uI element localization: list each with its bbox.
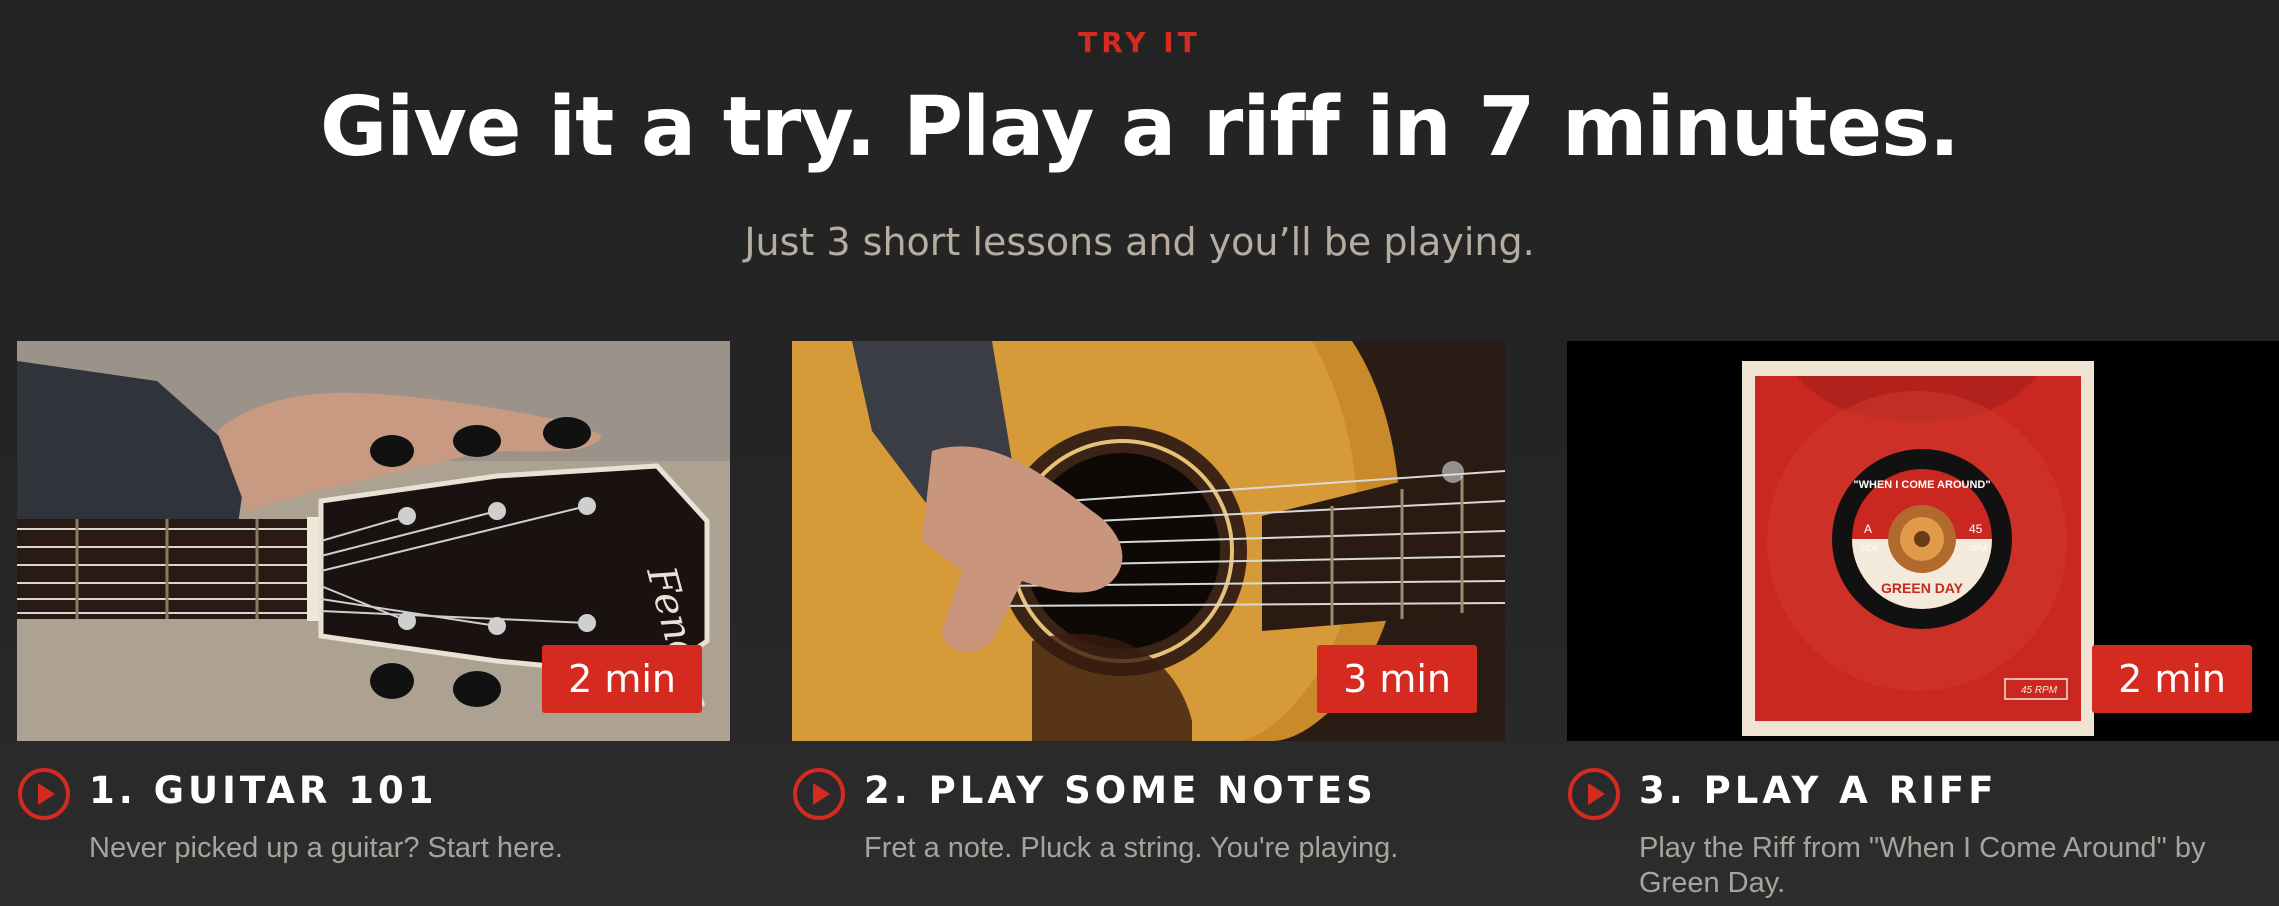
sleeve-rpm-badge: 45 RPM <box>2021 685 2058 696</box>
record-side-label: SIDE <box>1860 544 1879 553</box>
record-artist-text: GREEN DAY <box>1881 580 1964 596</box>
lesson-link-3[interactable]: 3. PLAY A RIFF <box>1567 767 2279 821</box>
duration-badge: 2 min <box>542 645 702 713</box>
lesson-thumbnail-1[interactable]: Fender 2 min <box>17 341 730 741</box>
record-side-letter: A <box>1864 522 1872 536</box>
play-circle-icon[interactable] <box>792 767 846 821</box>
lesson-description: Play the Riff from "When I Come Around" … <box>1639 832 2206 899</box>
lesson-link-2[interactable]: 2. PLAY SOME NOTES <box>792 767 1505 821</box>
section-subhead: Just 3 short lessons and you’ll be playi… <box>744 220 1535 264</box>
section-eyebrow: TRY IT <box>1078 26 1201 59</box>
lesson-title[interactable]: 1. GUITAR 101 <box>89 769 437 812</box>
lesson-thumbnail-2[interactable]: 3 min <box>792 341 1505 741</box>
duration-badge: 2 min <box>2092 645 2252 713</box>
play-circle-icon[interactable] <box>17 767 71 821</box>
try-it-section: TRY IT Give it a try. Play a riff in 7 m… <box>0 0 2279 906</box>
lesson-title[interactable]: 2. PLAY SOME NOTES <box>864 769 1377 812</box>
lesson-description: Fret a note. Pluck a string. You're play… <box>864 832 1399 864</box>
section-headline: Give it a try. Play a riff in 7 minutes. <box>319 80 1960 175</box>
lesson-title[interactable]: 3. PLAY A RIFF <box>1639 769 1997 812</box>
lesson-card-3[interactable]: "WHEN I COME AROUND" A SIDE 45 RPM GREEN… <box>1567 341 2279 901</box>
lesson-card-2[interactable]: 3 min 2. PLAY SOME NOTES Fret a note. Pl… <box>792 341 1505 866</box>
lesson-description: Never picked up a guitar? Start here. <box>89 832 563 864</box>
lesson-thumbnail-3[interactable]: "WHEN I COME AROUND" A SIDE 45 RPM GREEN… <box>1567 341 2279 741</box>
lesson-link-1[interactable]: 1. GUITAR 101 <box>17 767 730 821</box>
record-speed-number: 45 <box>1969 522 1983 536</box>
play-circle-icon[interactable] <box>1567 767 1621 821</box>
record-speed-unit: RPM <box>1969 544 1987 553</box>
duration-badge: 3 min <box>1317 645 1477 713</box>
record-song-text: "WHEN I COME AROUND" <box>1853 479 1990 491</box>
lesson-card-1[interactable]: Fender 2 min 1. GUITAR 101 Never picked … <box>17 341 730 866</box>
